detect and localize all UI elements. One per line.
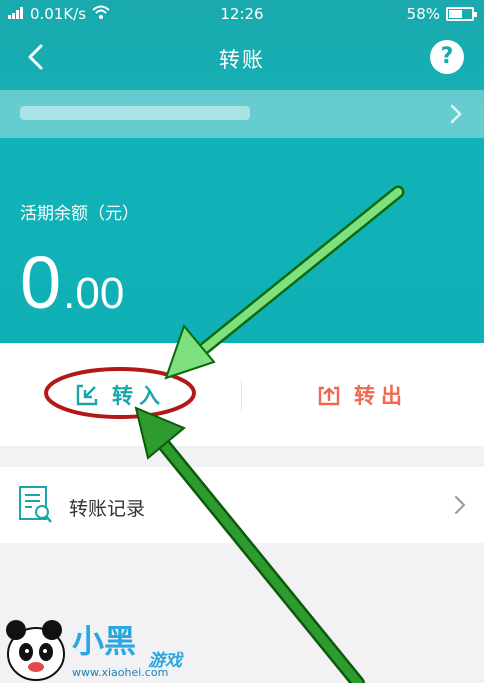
transfer-out-button[interactable]: 转出 [242,343,484,446]
chevron-right-icon [455,496,466,514]
records-document-icon [19,486,52,523]
transfer-in-label: 转入 [112,383,166,408]
battery-icon [446,7,477,21]
transfer-records-label: 转账记录 [69,498,146,520]
page-title: 转账 [219,48,265,72]
watermark-url: www.xiaohei.com [72,666,169,679]
transfer-actions: 转入 转出 [0,343,484,446]
transfer-out-label: 转出 [354,383,408,408]
balance-amount: 0.00 [20,240,124,325]
watermark: 小黑 游戏 www.xiaohei.com [0,612,230,683]
transfer-in-button[interactable]: 转入 [0,343,242,446]
help-button[interactable]: ? [430,40,464,74]
balance-integer: 0 [20,241,62,324]
transfer-in-icon [76,384,98,405]
transfer-out-icon [318,386,340,405]
balance-decimal: .00 [63,269,125,318]
battery-percent: 58% [406,5,440,23]
balance-label: 活期余额（元） [20,204,139,224]
transfer-records-item[interactable]: 转账记录 [0,467,484,543]
masked-account-info [20,106,250,120]
question-icon: ? [440,44,454,69]
panda-logo [6,620,65,681]
chevron-right-icon [450,104,462,124]
header-banner: 0.01K/s 12:26 58% 转账 ? 活期余额（元） 0.00 [0,0,484,343]
watermark-brand: 小黑 [72,622,137,660]
account-selector[interactable] [0,90,484,138]
navbar: 转账 ? [0,28,484,86]
status-bar: 0.01K/s 12:26 58% [0,0,484,28]
